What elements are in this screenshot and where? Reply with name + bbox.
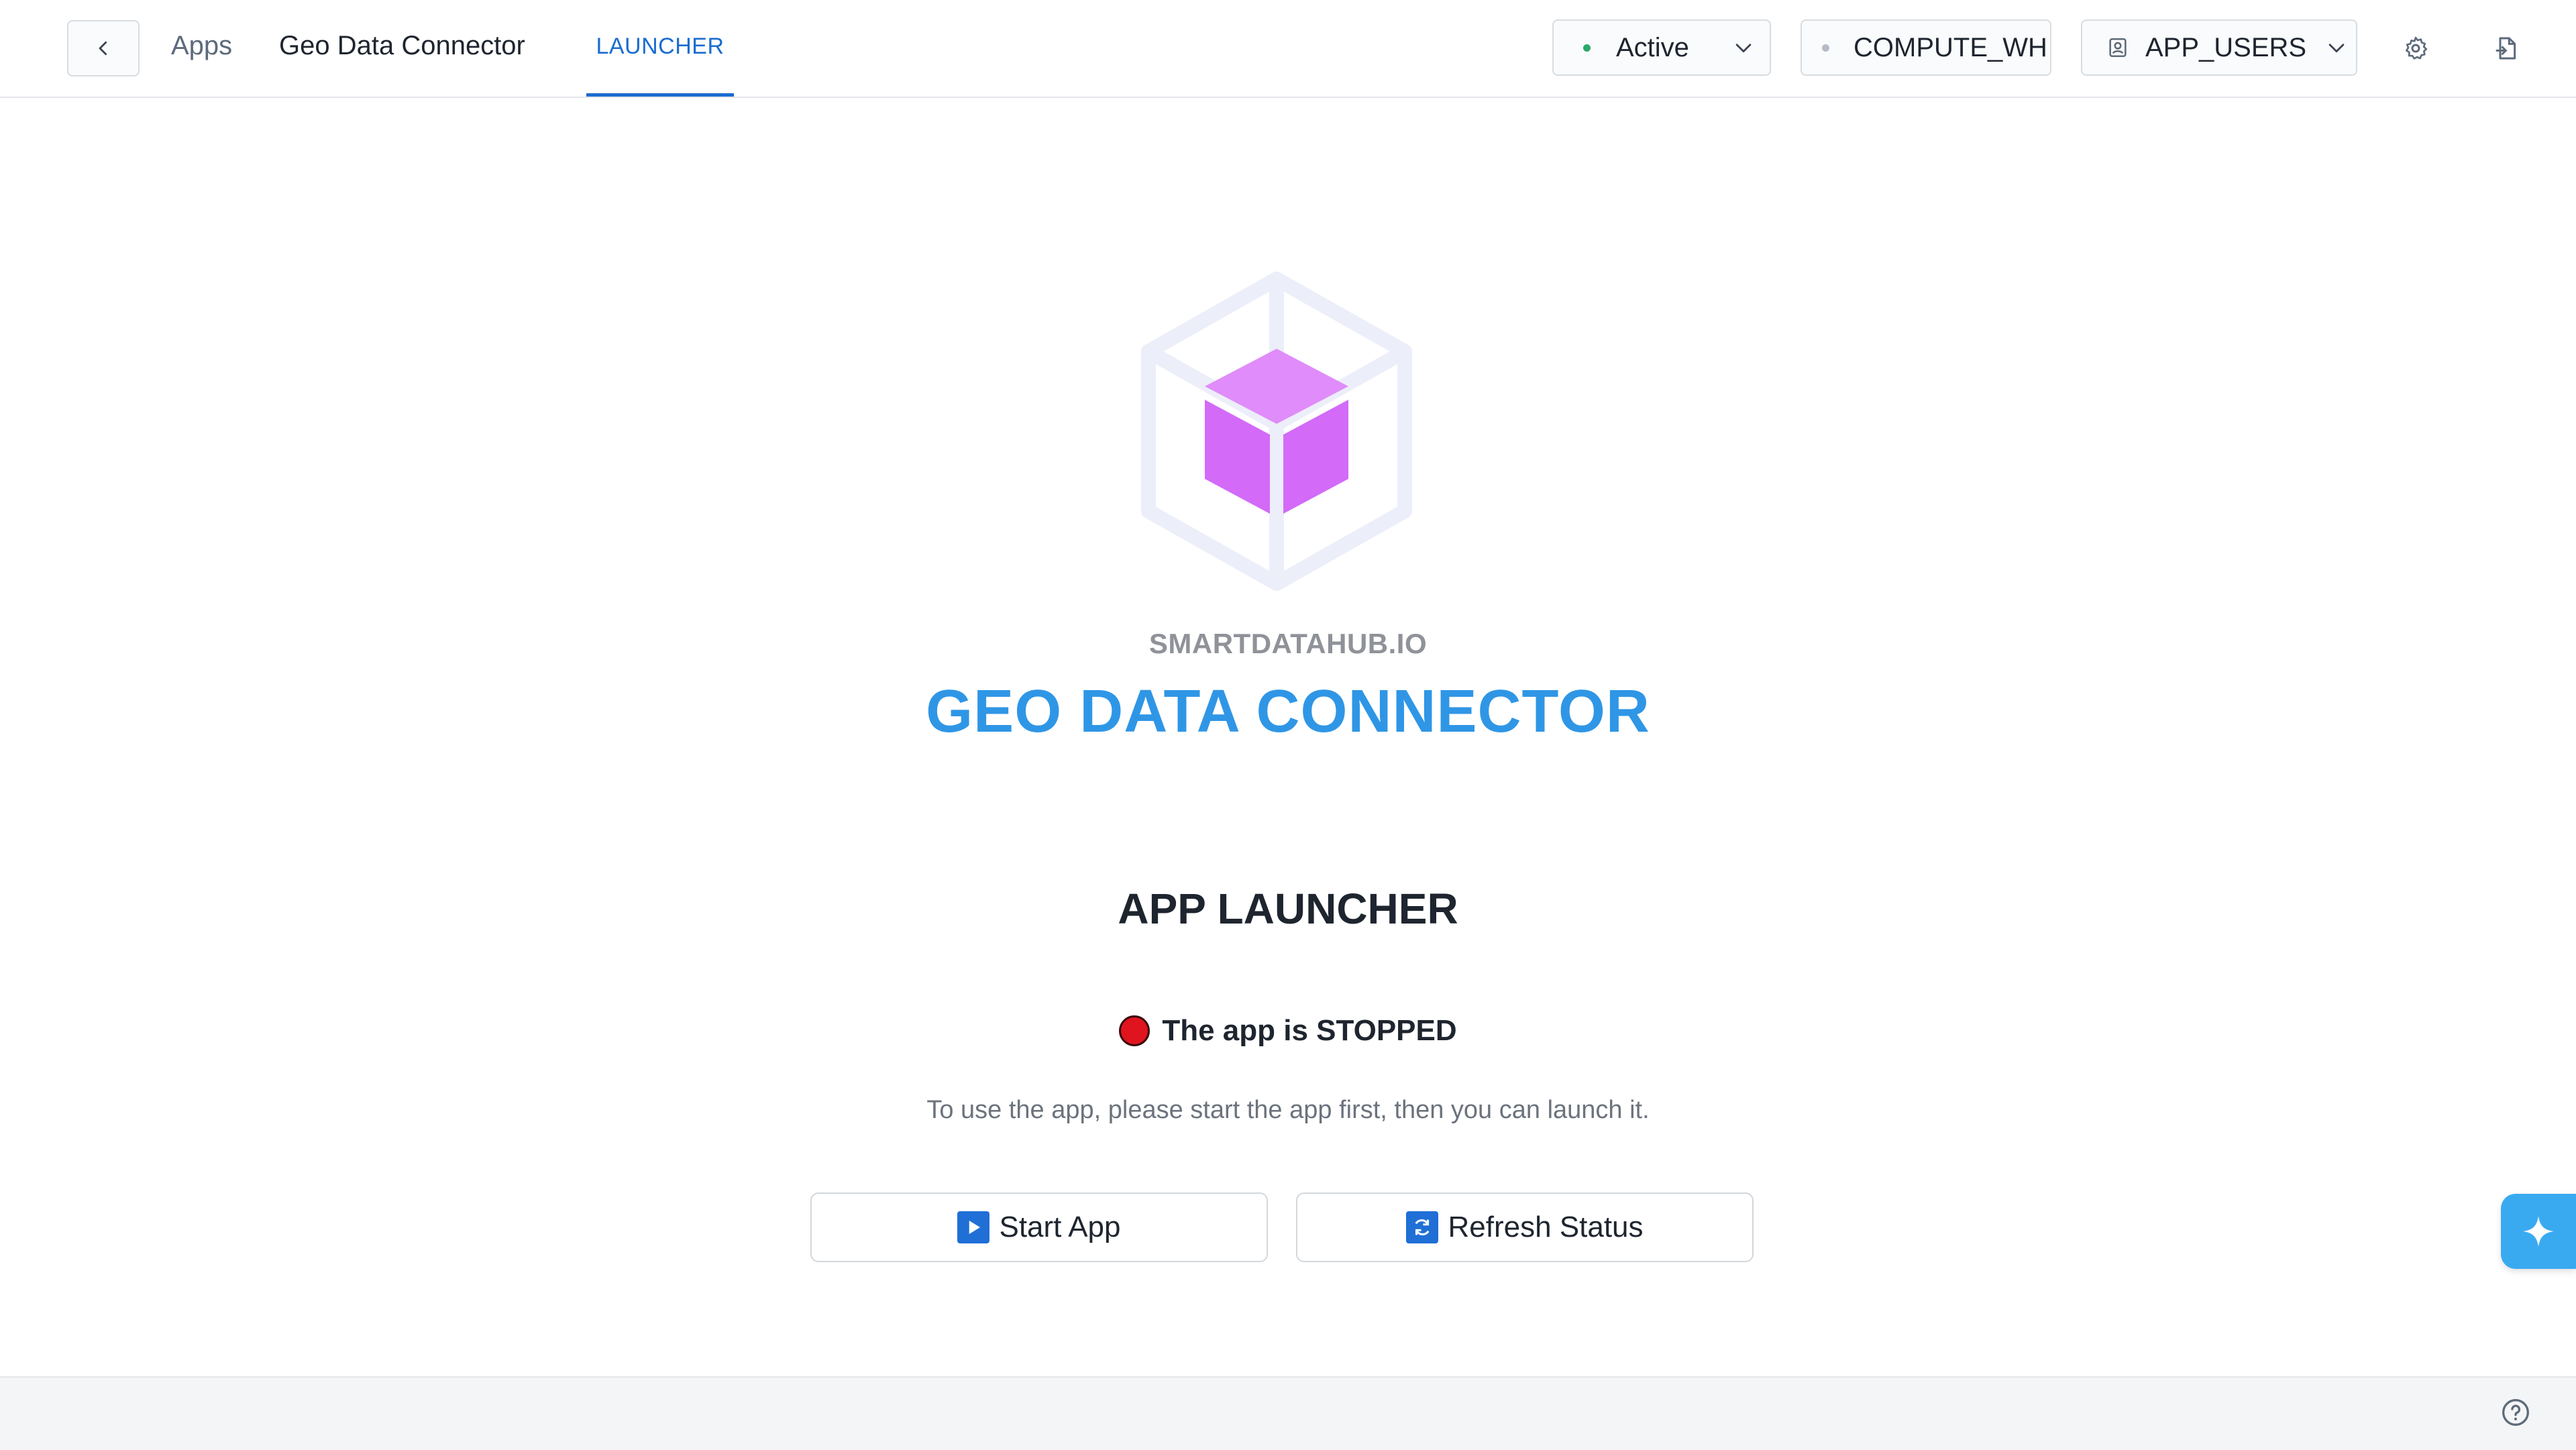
breadcrumb-app-name: Geo Data Connector [279,31,525,60]
start-app-button[interactable]: Start App [810,1192,1268,1262]
warehouse-selector[interactable]: COMPUTE_WH [1801,19,2051,76]
app-logo [1141,272,1412,591]
help-icon[interactable] [2501,1398,2530,1427]
gear-icon [2406,36,2428,60]
back-button[interactable] [67,20,140,76]
status-dropdown-button[interactable] [1717,19,1771,76]
top-bar: Apps Geo Data Connector LAUNCHER Active … [0,0,2576,98]
vendor-name: SMARTDATAHUB.IO [1148,628,1428,659]
chevron-left-icon [99,41,107,56]
status-label: Active [1616,32,1689,62]
settings-button[interactable] [2397,30,2434,67]
app-status-text: The app is STOPPED [1162,1014,1457,1047]
warehouse-indicator [1822,44,1829,52]
footer-bar [0,1376,2576,1450]
play-icon [957,1211,990,1243]
document-icon [2496,37,2516,60]
chevron-down-icon [2328,44,2345,53]
logo-outline-cube [1141,272,1412,591]
section-title: APP LAUNCHER [1118,885,1458,933]
refresh-status-button[interactable]: Refresh Status [1296,1192,1754,1262]
sparkle-icon [2523,1216,2554,1247]
breadcrumb-apps[interactable]: Apps [171,31,232,61]
status-indicator [1583,44,1591,52]
role-selector[interactable]: APP_USERS [2081,19,2357,76]
warehouse-label: COMPUTE_WH [1854,32,2047,62]
document-button[interactable] [2488,30,2526,67]
app-title: GEO DATA CONNECTOR [926,678,1650,745]
instruction-text: To use the app, please start the app fir… [926,1096,1650,1124]
app-status-button[interactable]: Active [1552,19,1719,76]
app-status-line: The app is STOPPED [0,1014,2576,1048]
role-label: APP_USERS [2145,32,2307,62]
refresh-icon [1406,1211,1439,1243]
user-role-icon [2109,38,2127,58]
ai-assistant-button[interactable] [2501,1194,2576,1269]
chevron-down-icon [1735,44,1752,53]
tab-launcher[interactable]: LAUNCHER [586,0,734,97]
start-app-label: Start App [999,1211,1121,1243]
refresh-status-label: Refresh Status [1448,1211,1644,1243]
stopped-indicator-icon [1119,1015,1150,1046]
